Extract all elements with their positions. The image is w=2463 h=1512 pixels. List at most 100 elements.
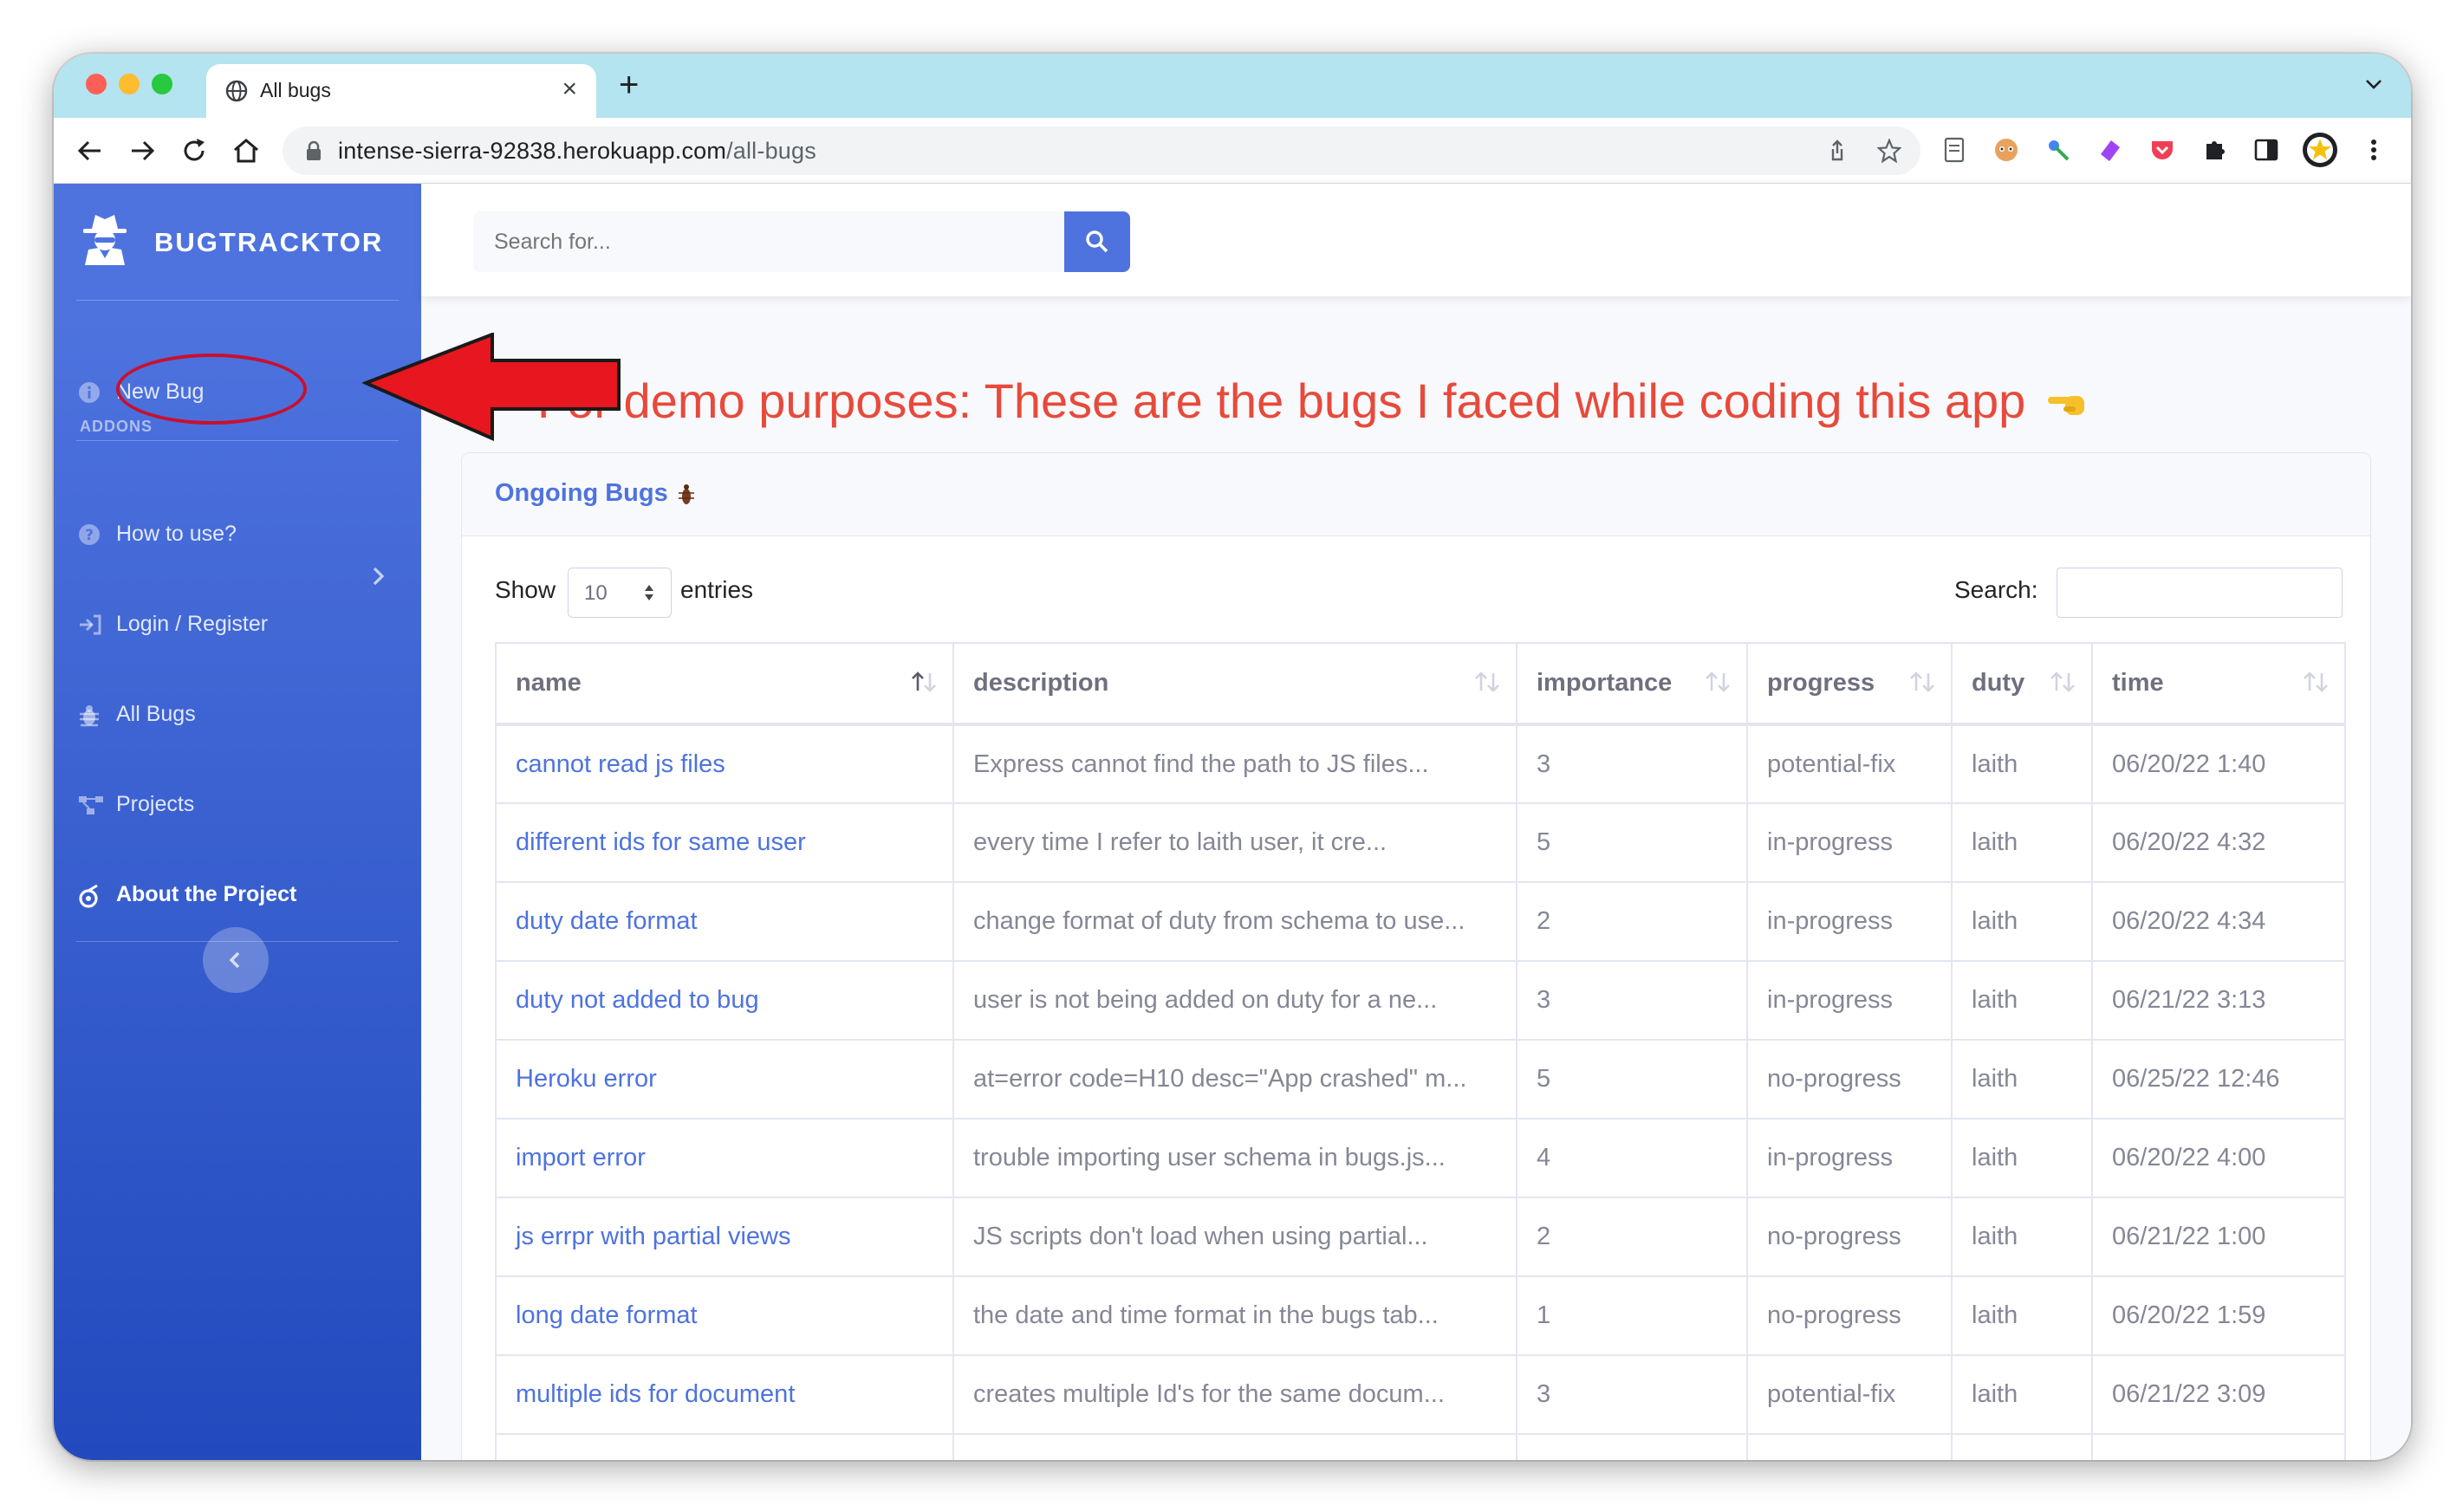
bug-description-cell: the date and time format in the bugs tab… (952, 1275, 1517, 1356)
browser-tab[interactable]: All bugs × (206, 64, 596, 118)
bug-importance-cell: 5 (1516, 1039, 1748, 1119)
sidebar-toggle-button[interactable] (203, 927, 269, 993)
info-circle-icon (79, 382, 100, 403)
close-window-button[interactable] (86, 74, 107, 94)
avatar-extension-icon[interactable] (1992, 135, 2021, 165)
sort-arrows-icon (1910, 672, 1934, 692)
profile-avatar-icon[interactable] (2302, 132, 2338, 168)
pointing-hand-icon (2047, 396, 2084, 416)
bug-time-cell: 06/20/22 4:32 (2091, 802, 2346, 883)
fire-extinguisher-icon (79, 884, 98, 908)
bug-time-cell: 06/21/22 1:00 (2091, 1197, 2346, 1277)
bug-name-link[interactable]: js errpr with partial views (495, 1197, 954, 1277)
chevron-right-icon[interactable] (371, 565, 387, 587)
bug-time-cell: 06/21/22 1:02 (2091, 1433, 2346, 1460)
column-header-label: time (2112, 669, 2164, 697)
chevron-left-icon (229, 951, 240, 969)
bug-description-cell: every time I refer to laith user, it cre… (952, 802, 1517, 883)
cockroach-icon (679, 484, 694, 504)
bug-progress-cell: in-progress (1746, 881, 1953, 962)
tab-strip: All bugs × + (54, 54, 2411, 118)
bug-name-link[interactable]: multiple ids for document (495, 1354, 954, 1435)
sidebar-heading: ADDONS (80, 418, 153, 435)
bug-duty-cell: laith (1951, 724, 2093, 804)
bug-progress-cell: in-progress (1746, 1118, 1953, 1198)
bug-name-link[interactable]: Heroku error (495, 1039, 954, 1119)
zoom-window-button[interactable] (152, 74, 172, 94)
headline-text: For demo purposes: These are the bugs I … (537, 373, 2026, 428)
url-text: intense-sierra-92838.herokuapp.com/all-b… (338, 138, 816, 164)
column-header-label: importance (1537, 669, 1673, 697)
sidebar-item-label: All Bugs (116, 702, 196, 726)
bug-description-cell: Express cannot find the path to JS files… (952, 724, 1517, 804)
bug-name-link[interactable]: new errors don't show (495, 1433, 954, 1460)
sidebar-item-label: About the Project (116, 882, 297, 906)
color-picker-extension-icon[interactable] (2044, 135, 2073, 165)
bug-description-cell: JS scripts don't load when using partial… (952, 1197, 1517, 1277)
demo-headline: For demo purposes: These are the bugs I … (537, 373, 2095, 429)
bug-name-link[interactable]: different ids for same user (495, 802, 954, 883)
brand-name: BUGTRACKTOR (154, 227, 384, 257)
bug-name-link[interactable]: long date format (495, 1275, 954, 1356)
address-bar[interactable]: intense-sierra-92838.herokuapp.com/all-b… (283, 127, 1920, 175)
bug-progress-cell: potential-fix (1746, 1433, 1953, 1460)
bug-description-cell: trouble importing user schema in bugs.js… (952, 1118, 1517, 1198)
column-header-time[interactable]: time (2091, 642, 2346, 726)
bookmark-star-icon[interactable] (1877, 139, 1901, 163)
pocket-icon[interactable] (2148, 135, 2177, 165)
bug-progress-cell: potential-fix (1746, 1354, 1953, 1435)
extensions-puzzle-icon[interactable] (2200, 135, 2229, 165)
column-header-duty[interactable]: duty (1951, 642, 2093, 726)
bug-name-link[interactable]: import error (495, 1118, 954, 1198)
table-row: cannot read js files Express cannot find … (495, 724, 2346, 804)
sort-arrows-icon (1475, 672, 1499, 692)
bug-progress-cell: no-progress (1746, 1275, 1953, 1356)
bug-time-cell: 06/21/22 3:09 (2091, 1354, 2346, 1435)
close-tab-icon[interactable]: × (562, 75, 577, 104)
forward-arrow-icon[interactable] (127, 135, 158, 166)
bug-name-link[interactable]: duty not added to bug (495, 960, 954, 1041)
home-icon[interactable] (231, 135, 262, 166)
search-button[interactable] (1064, 211, 1130, 272)
back-arrow-icon[interactable] (75, 135, 106, 166)
sidebar-item-label: Projects (116, 792, 195, 816)
bug-description-cell: at=error code=H10 desc="App crashed" m..… (952, 1039, 1517, 1119)
ongoing-bugs-card: Ongoing Bugs Show 10 entries Search: nam… (461, 452, 2371, 1460)
minimize-window-button[interactable] (119, 74, 140, 94)
browser-window: All bugs × + intense-sierra-92838.heroku… (54, 54, 2411, 1460)
table-search-input[interactable] (2057, 568, 2343, 618)
table-row: import error trouble importing user schem… (495, 1118, 2346, 1198)
column-header-description[interactable]: description (952, 642, 1517, 726)
card-title: Ongoing Bugs (495, 479, 668, 507)
bug-name-link[interactable]: cannot read js files (495, 724, 954, 804)
sort-arrows-icon (2050, 672, 2075, 692)
bug-duty-cell: laith (1951, 1118, 2093, 1198)
sidebar-divider (76, 300, 399, 301)
column-header-progress[interactable]: progress (1746, 642, 1953, 726)
side-panel-icon[interactable] (2252, 135, 2281, 165)
column-header-label: description (973, 669, 1109, 697)
bug-description-cell: new errors don't show in the all-errors … (952, 1433, 1517, 1460)
search-input[interactable] (473, 211, 1064, 272)
bug-importance-cell: 4 (1516, 1118, 1748, 1198)
entries-per-page-select[interactable]: 10 (568, 568, 672, 618)
table-search-label: Search: (1954, 576, 2038, 603)
bug-time-cell: 06/20/22 1:59 (2091, 1275, 2346, 1356)
column-header-importance[interactable]: importance (1516, 642, 1748, 726)
bug-name-link[interactable]: duty date format (495, 881, 954, 962)
share-icon[interactable] (1825, 139, 1849, 163)
more-options-icon[interactable] (2359, 135, 2388, 165)
topbar (421, 184, 2411, 296)
new-tab-icon[interactable]: + (619, 66, 639, 105)
table-row: multiple ids for document creates multipl… (495, 1354, 2346, 1435)
column-header-label: name (516, 669, 582, 697)
bug-importance-cell: 2 (1516, 1197, 1748, 1277)
svg-text:?: ? (85, 527, 94, 544)
gradient-extension-icon[interactable] (2096, 135, 2125, 165)
reload-icon[interactable] (179, 135, 210, 166)
column-header-name[interactable]: name (495, 642, 954, 726)
table-row: Heroku error at=error code=H10 desc="App … (495, 1039, 2346, 1119)
reader-mode-icon[interactable] (1940, 135, 1969, 165)
bug-description-cell: change format of duty from schema to use… (952, 881, 1517, 962)
chevron-down-icon[interactable] (2362, 73, 2385, 95)
